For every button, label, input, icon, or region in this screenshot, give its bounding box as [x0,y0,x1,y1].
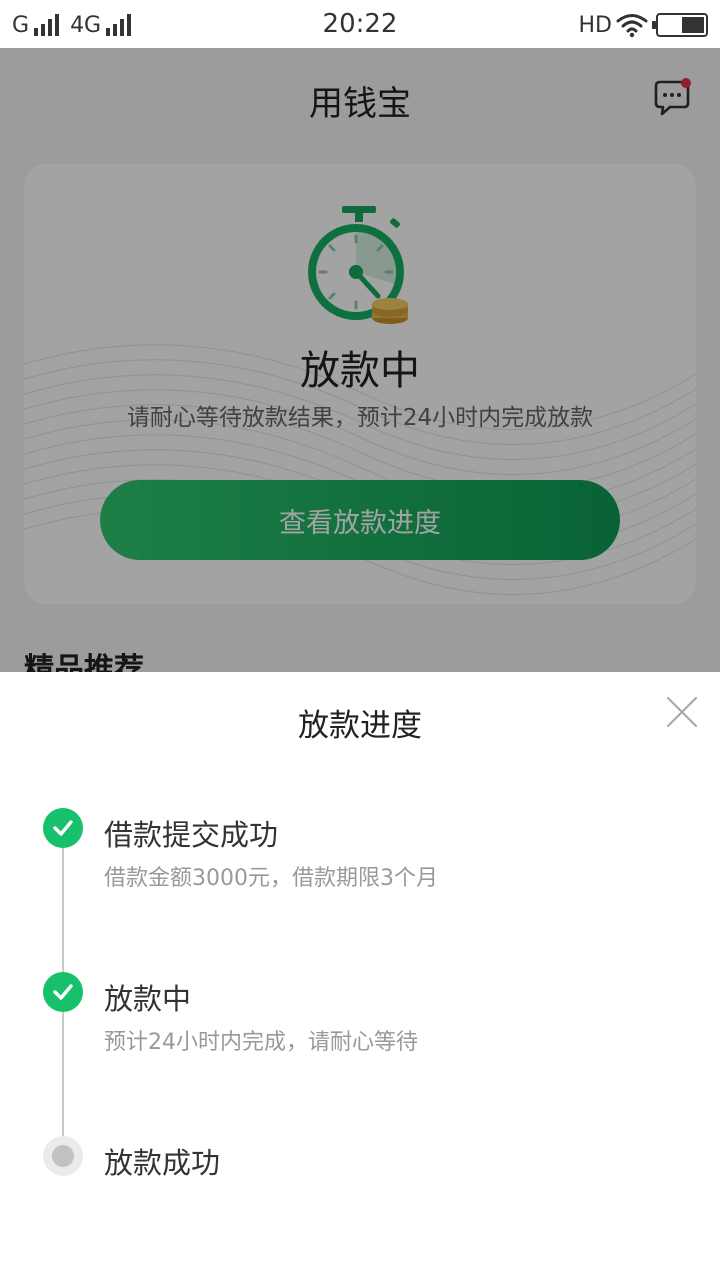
battery-icon [652,13,708,37]
timeline-connector [62,1011,64,1144]
loan-progress-sheet: 放款进度 借款提交成功 借款金额3000元，借款期限3个月 放款中 预计24小时… [0,672,720,1280]
step-title: 放款成功 [104,1146,221,1180]
step-description: 借款金额3000元，借款期限3个月 [104,866,438,891]
step-title: 借款提交成功 [104,818,279,852]
modal-overlay[interactable] [0,48,720,672]
hd-label: HD [578,12,612,38]
wifi-icon [616,14,648,38]
check-circle-icon [43,972,83,1012]
timeline-connector [62,847,64,980]
app-page: 用钱宝 放款中 请耐心等待放款结果，预计24小时内完成放款 查看放款进度 精品推… [0,48,720,672]
step-description: 预计24小时内完成，请耐心等待 [104,1030,418,1055]
sheet-title: 放款进度 [298,708,422,744]
close-icon[interactable] [662,692,702,732]
status-right: HD [579,10,708,40]
battery-level [682,17,704,33]
step-title: 放款中 [104,982,192,1016]
status-bar: G 4G 20:22 HD [0,0,720,48]
check-circle-icon [43,808,83,848]
pending-dot-icon [43,1136,83,1176]
